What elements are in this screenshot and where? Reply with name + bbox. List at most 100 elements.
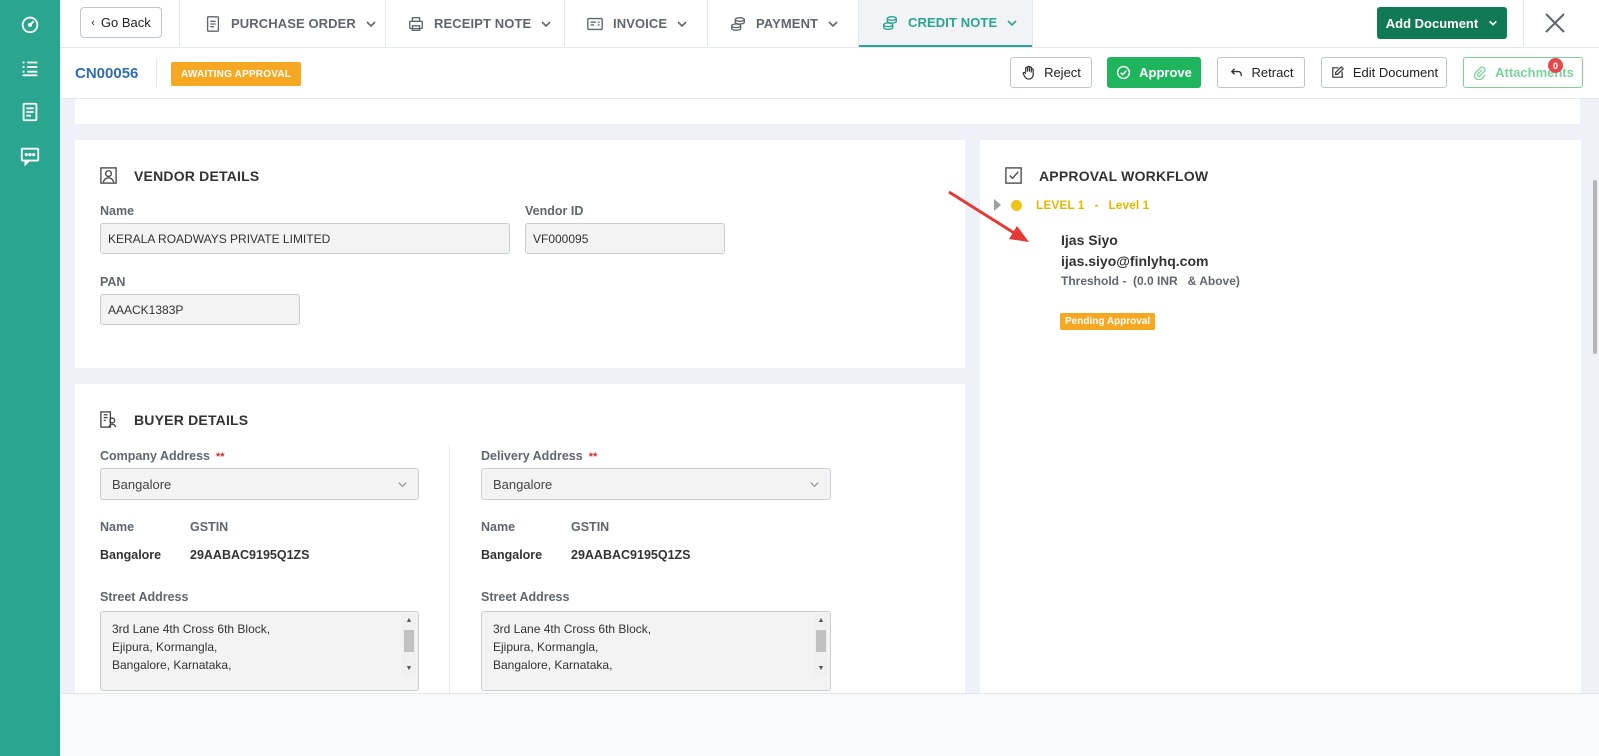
close-icon[interactable] xyxy=(1541,9,1569,37)
reject-label: Reject xyxy=(1044,65,1081,80)
delivery-address-value: Bangalore xyxy=(493,476,553,492)
company-address-label: Company Address ** xyxy=(100,449,225,463)
page-scrollbar-thumb[interactable] xyxy=(1593,180,1597,354)
company-gstin-label: GSTIN xyxy=(190,520,229,534)
street-line: Bangalore, Karnataka, xyxy=(493,658,613,672)
go-back-label: Go Back xyxy=(100,15,151,30)
approval-workflow-title: APPROVAL WORKFLOW xyxy=(1039,167,1209,184)
chevron-down-icon xyxy=(1489,20,1498,26)
document-header: CN00056 AWAITING APPROVAL Reject Approve… xyxy=(60,48,1599,99)
buyer-details-heading: BUYER DETAILS xyxy=(99,410,248,429)
delivery-address-label-text: Delivery Address xyxy=(481,449,583,463)
retract-button[interactable]: Retract xyxy=(1217,57,1305,88)
company-street-textarea[interactable]: 3rd Lane 4th Cross 6th Block, Ejipura, K… xyxy=(100,611,419,691)
invoice-icon xyxy=(587,17,603,30)
attachments-count-badge: 0 xyxy=(1548,58,1563,73)
status-badge: AWAITING APPROVAL xyxy=(171,62,302,86)
company-name-label: Name xyxy=(100,520,135,534)
scroll-down-icon[interactable]: ▼ xyxy=(404,664,414,674)
delivery-gstin-value: 29AABAC9195Q1ZS xyxy=(571,548,691,562)
scroll-up-icon[interactable]: ▲ xyxy=(404,616,414,626)
summary-panel-edge xyxy=(75,99,1580,124)
reject-button[interactable]: Reject xyxy=(1010,57,1092,88)
company-address-label-text: Company Address xyxy=(100,449,210,463)
header-divider xyxy=(156,59,157,87)
checkbox-icon xyxy=(1005,167,1022,184)
tab-receipt-note[interactable]: RECEIPT NOTE xyxy=(407,0,552,47)
street-line: Bangalore, Karnataka, xyxy=(112,658,232,672)
coins-icon xyxy=(731,16,745,31)
nav-divider xyxy=(1523,0,1524,47)
approve-button[interactable]: Approve xyxy=(1107,57,1201,88)
pan-label: PAN xyxy=(100,275,126,289)
vendor-name-field[interactable]: KERALA ROADWAYS PRIVATE LIMITED xyxy=(100,223,510,254)
chevron-left-icon: ‹ xyxy=(91,16,95,29)
chevron-down-icon xyxy=(828,20,838,27)
tab-payment[interactable]: PAYMENT xyxy=(729,0,839,47)
chevron-down-icon xyxy=(1007,19,1017,26)
attachments-button[interactable]: Attachments xyxy=(1463,57,1583,88)
add-document-button[interactable]: Add Document xyxy=(1377,7,1507,39)
delivery-gstin-label: GSTIN xyxy=(571,520,610,534)
buyer-column-divider xyxy=(449,445,450,693)
retract-label: Retract xyxy=(1251,65,1294,80)
document-icon[interactable] xyxy=(17,99,43,125)
required-marker: ** xyxy=(588,451,598,463)
scroll-thumb[interactable] xyxy=(404,630,414,652)
textarea-scrollbar[interactable]: ▲ ▼ xyxy=(402,614,416,676)
tab-purchase-order[interactable]: PURCHASE ORDER xyxy=(204,0,377,47)
tab-credit-note[interactable]: CREDIT NOTE xyxy=(859,0,1032,47)
undo-icon xyxy=(1230,68,1242,77)
street-line: 3rd Lane 4th Cross 6th Block, xyxy=(112,622,271,636)
coins-icon xyxy=(883,15,897,30)
annotation-arrow-icon xyxy=(948,190,1029,242)
vendor-id-field[interactable]: VF000095 xyxy=(525,223,725,254)
hand-icon xyxy=(1022,65,1034,80)
approval-threshold: Threshold - (0.0 INR & Above) xyxy=(1061,274,1240,288)
edit-document-button[interactable]: Edit Document xyxy=(1321,57,1447,88)
level-code: LEVEL 1 xyxy=(1036,198,1085,212)
delivery-address-select[interactable]: Bangalore xyxy=(481,468,831,500)
document-icon xyxy=(206,15,220,32)
delivery-address-label: Delivery Address ** xyxy=(481,449,597,463)
tab-label: PAYMENT xyxy=(756,16,819,31)
building-user-icon xyxy=(100,411,117,428)
document-number[interactable]: CN00056 xyxy=(75,65,138,82)
vendor-details-heading: VENDOR DETAILS xyxy=(99,166,259,185)
go-back-button[interactable]: ‹ Go Back xyxy=(80,7,162,38)
nav-divider xyxy=(179,0,180,47)
company-name-value: Bangalore xyxy=(100,548,162,562)
company-street-label: Street Address xyxy=(100,590,189,604)
dashboard-icon[interactable] xyxy=(17,11,43,37)
street-line: 3rd Lane 4th Cross 6th Block, xyxy=(493,622,652,636)
pan-field[interactable]: AAACK1383P xyxy=(100,294,300,325)
chevron-down-icon xyxy=(366,20,376,27)
delivery-street-textarea[interactable]: 3rd Lane 4th Cross 6th Block, Ejipura, K… xyxy=(481,611,831,691)
chevron-down-icon xyxy=(398,482,407,488)
top-navigation: ‹ Go Back PURCHASE ORDER RECEIPT NOTE IN… xyxy=(60,0,1599,48)
pending-approval-badge: Pending Approval xyxy=(1060,313,1156,330)
scroll-up-icon[interactable]: ▲ xyxy=(816,616,826,626)
vendor-id-label: Vendor ID xyxy=(525,204,584,218)
check-circle-icon xyxy=(1117,65,1131,80)
scroll-thumb[interactable] xyxy=(816,630,826,652)
level-separator: - xyxy=(1094,198,1099,212)
add-document-label: Add Document xyxy=(1385,15,1479,31)
tab-label: RECEIPT NOTE xyxy=(434,16,532,31)
tab-invoice[interactable]: INVOICE xyxy=(586,0,688,47)
user-card-icon xyxy=(100,167,117,184)
delivery-street-label: Street Address xyxy=(481,590,570,604)
required-marker: ** xyxy=(215,451,225,463)
scroll-down-icon[interactable]: ▼ xyxy=(816,664,826,674)
tab-label: PURCHASE ORDER xyxy=(231,16,356,31)
street-line: Ejipura, Kormangla, xyxy=(112,640,218,654)
footer-bar xyxy=(60,693,1599,756)
nav-divider xyxy=(1032,0,1033,47)
list-icon[interactable] xyxy=(17,55,43,81)
delivery-name-value: Bangalore xyxy=(481,548,543,562)
chevron-down-icon xyxy=(810,482,819,488)
textarea-scrollbar[interactable]: ▲ ▼ xyxy=(814,614,828,676)
chevron-down-icon xyxy=(677,20,687,27)
company-address-select[interactable]: Bangalore xyxy=(100,468,419,500)
chat-icon[interactable] xyxy=(17,143,43,169)
